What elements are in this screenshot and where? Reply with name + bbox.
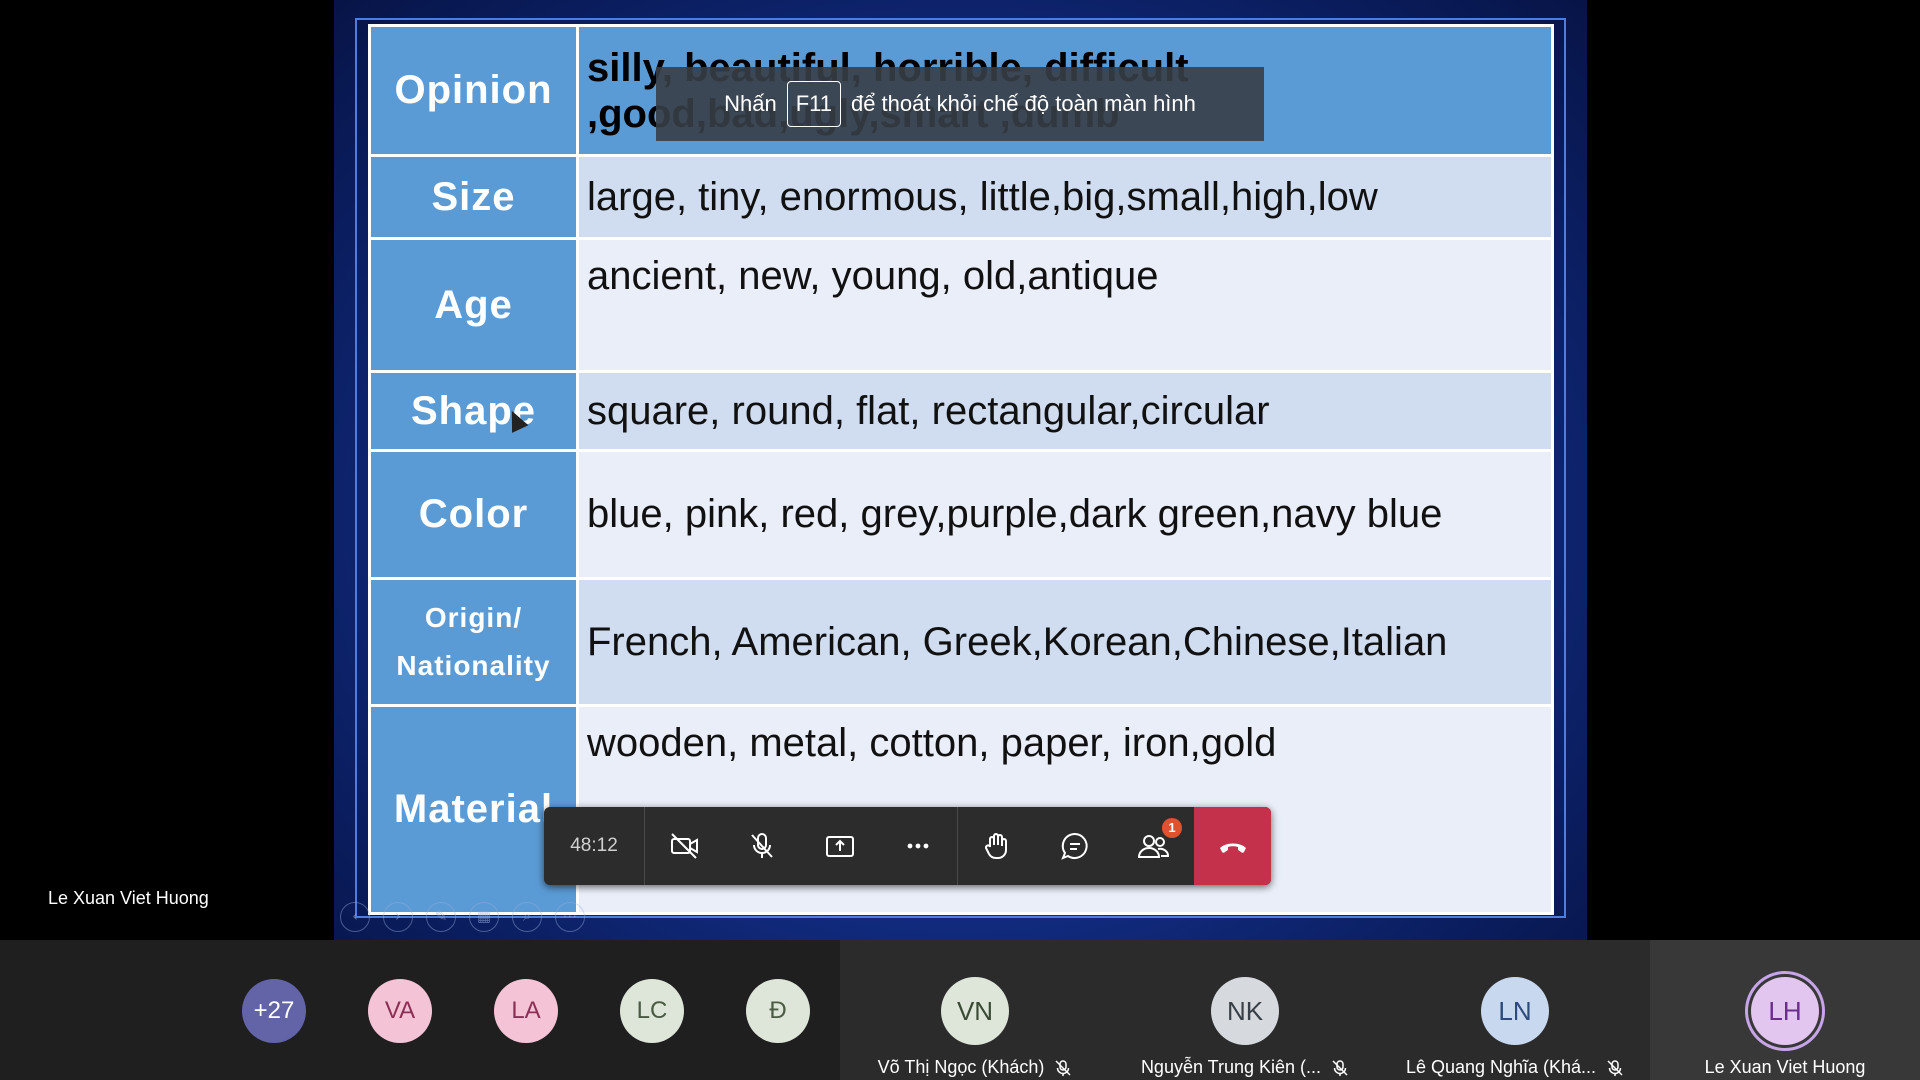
fullscreen-key: F11 [786,81,841,127]
mic-off-icon [751,833,773,858]
hang-up-button[interactable] [1194,807,1271,885]
participant-name-text: Nguyễn Trung Kiên (... [1140,1057,1322,1077]
presentation-slide: Opinion silly, beautiful, horrible, diff… [334,0,1587,940]
more-options-icon[interactable]: ⋯ [555,902,585,932]
camera-toggle-button[interactable] [645,807,723,885]
slideshow-controls: ‹ › ✎ ▦ ⌕ ⋯ [340,902,585,932]
avatar: LH [1751,977,1819,1045]
avatar[interactable]: VA [368,979,432,1043]
share-screen-icon [826,836,854,857]
participant-name: Võ Thị Ngọc (Khách) [840,1057,1110,1078]
participants-button[interactable]: 1 [1114,807,1192,885]
slides-grid-icon[interactable]: ▦ [469,902,499,932]
next-slide-icon[interactable]: › [383,902,413,932]
participant-name: Nguyễn Trung Kiên (... [1110,1057,1380,1078]
table-row: Origin/ Nationality French, American, Gr… [368,577,1554,707]
participant-name-text: Võ Thị Ngọc (Khách) [877,1057,1045,1077]
presenter-name: Le Xuan Viet Huong [48,888,209,908]
participant-name: Lê Quang Nghĩa (Khá... [1380,1057,1650,1078]
words-cell: ancient, new, young, old,antique [576,237,1554,373]
chat-icon [1061,832,1088,860]
call-control-bar: 48:12 1 [544,807,1271,885]
previous-slide-icon[interactable]: ‹ [340,902,370,932]
avatar[interactable]: Đ [746,979,810,1043]
avatar: LN [1481,977,1549,1045]
category-cell: Size [368,154,579,240]
avatar: NK [1211,977,1279,1045]
category-cell: Age [368,237,579,373]
shared-screen-stage: Opinion silly, beautiful, horrible, diff… [0,0,1920,940]
mic-off-icon [1332,1060,1348,1077]
mic-off-icon [1055,1060,1071,1077]
words-cell: French, American, Greek,Korean,Chinese,I… [576,577,1554,707]
adjective-order-table: Opinion silly, beautiful, horrible, diff… [368,24,1554,915]
participant-name: Le Xuan Viet Huong [1704,1057,1866,1077]
words-cell: large, tiny, enormous, little,big,small,… [576,154,1554,240]
avatar: VN [941,977,1009,1045]
hang-up-icon [1219,843,1246,853]
avatar[interactable]: LC [620,979,684,1043]
table-row: Color blue, pink, red, grey,purple,dark … [368,449,1554,580]
fullscreen-notice: Nhấn F11 để thoát khỏi chế độ toàn màn h… [656,67,1264,141]
mic-toggle-button[interactable] [723,807,801,885]
participants-badge: 1 [1162,818,1182,838]
raise-hand-button[interactable] [958,807,1036,885]
fullscreen-notice-prefix: Nhấn [724,91,777,116]
category-cell: Opinion [368,24,579,157]
fullscreen-notice-text: để thoát khỏi chế độ toàn màn hình [850,91,1196,116]
share-screen-button[interactable] [801,807,879,885]
participant-tile[interactable]: NK Nguyễn Trung Kiên (... [1110,940,1380,1080]
category-cell: Shape [368,370,579,452]
words-cell: blue, pink, red, grey,purple,dark green,… [576,449,1554,580]
raise-hand-icon [984,833,1007,860]
words-cell: square, round, flat, rectangular,circula… [576,370,1554,452]
table-row: Age ancient, new, young, old,antique [368,237,1554,373]
participant-tile-self[interactable]: LH Le Xuan Viet Huong [1650,940,1920,1080]
chat-button[interactable] [1036,807,1114,885]
category-cell: Color [368,449,579,580]
category-line: Origin/ [424,602,523,633]
participant-tile[interactable]: VN Võ Thị Ngọc (Khách) [840,940,1110,1080]
more-actions-button[interactable] [879,807,957,885]
pen-icon[interactable]: ✎ [426,902,456,932]
more-participants-button[interactable]: +27 [242,979,306,1043]
table-row: Size large, tiny, enormous, little,big,s… [368,154,1554,240]
call-timer: 48:12 [544,807,645,885]
avatar[interactable]: LA [494,979,558,1043]
participants-roster: +27 VA LA LC Đ VN Võ Thị Ngọc (Khách) NK… [0,940,1920,1080]
table-row: Shape square, round, flat, rectangular,c… [368,370,1554,452]
zoom-icon[interactable]: ⌕ [512,902,542,932]
mic-off-icon [1607,1060,1623,1077]
participant-tile[interactable]: LN Lê Quang Nghĩa (Khá... [1380,940,1650,1080]
participant-name-text: Lê Quang Nghĩa (Khá... [1405,1057,1597,1077]
camera-off-icon [671,833,698,859]
more-icon [907,843,929,849]
category-line: Nationality [396,650,551,681]
category-cell: Origin/ Nationality [368,577,579,707]
